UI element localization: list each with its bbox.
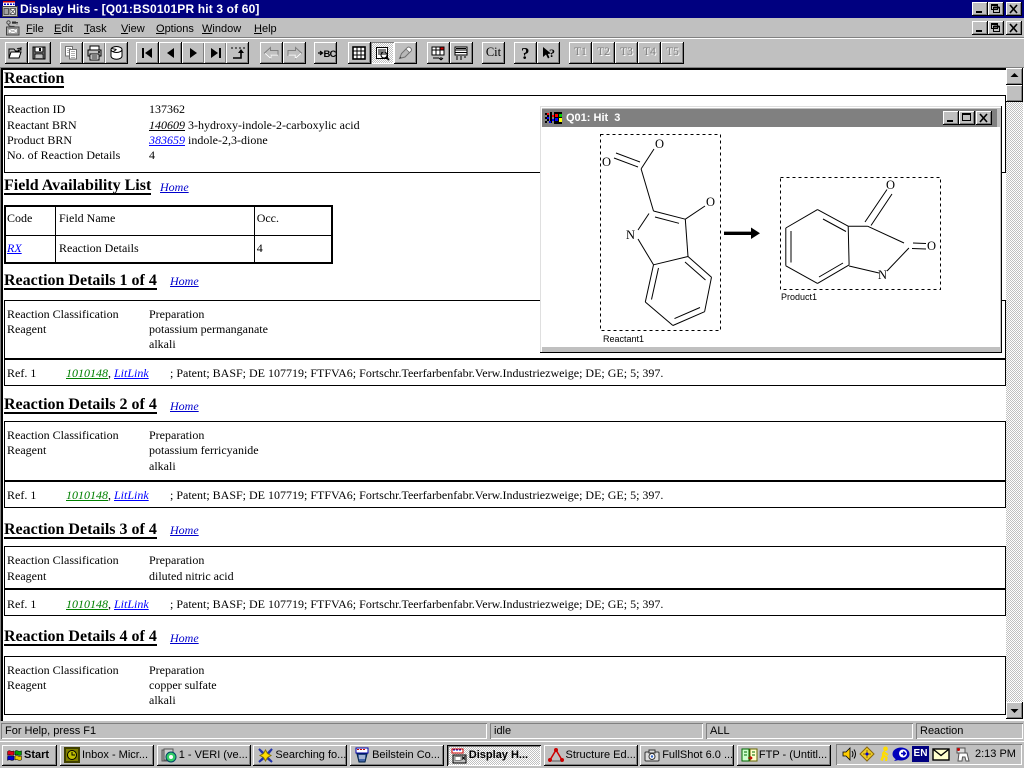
svg-text:BC: BC	[324, 49, 337, 60]
svg-text:Reactant1: Reactant1	[603, 334, 644, 344]
svg-text:Product1: Product1	[781, 292, 817, 302]
svg-text:O: O	[602, 155, 611, 169]
svg-text:N: N	[878, 268, 887, 282]
svg-text:O: O	[886, 178, 895, 192]
svg-text:?: ?	[549, 46, 555, 60]
svg-text:O: O	[706, 195, 715, 209]
svg-text:O: O	[655, 137, 664, 151]
svg-text:N: N	[626, 228, 635, 242]
svg-text:O: O	[927, 239, 936, 253]
svg-text:?: ?	[521, 45, 530, 61]
